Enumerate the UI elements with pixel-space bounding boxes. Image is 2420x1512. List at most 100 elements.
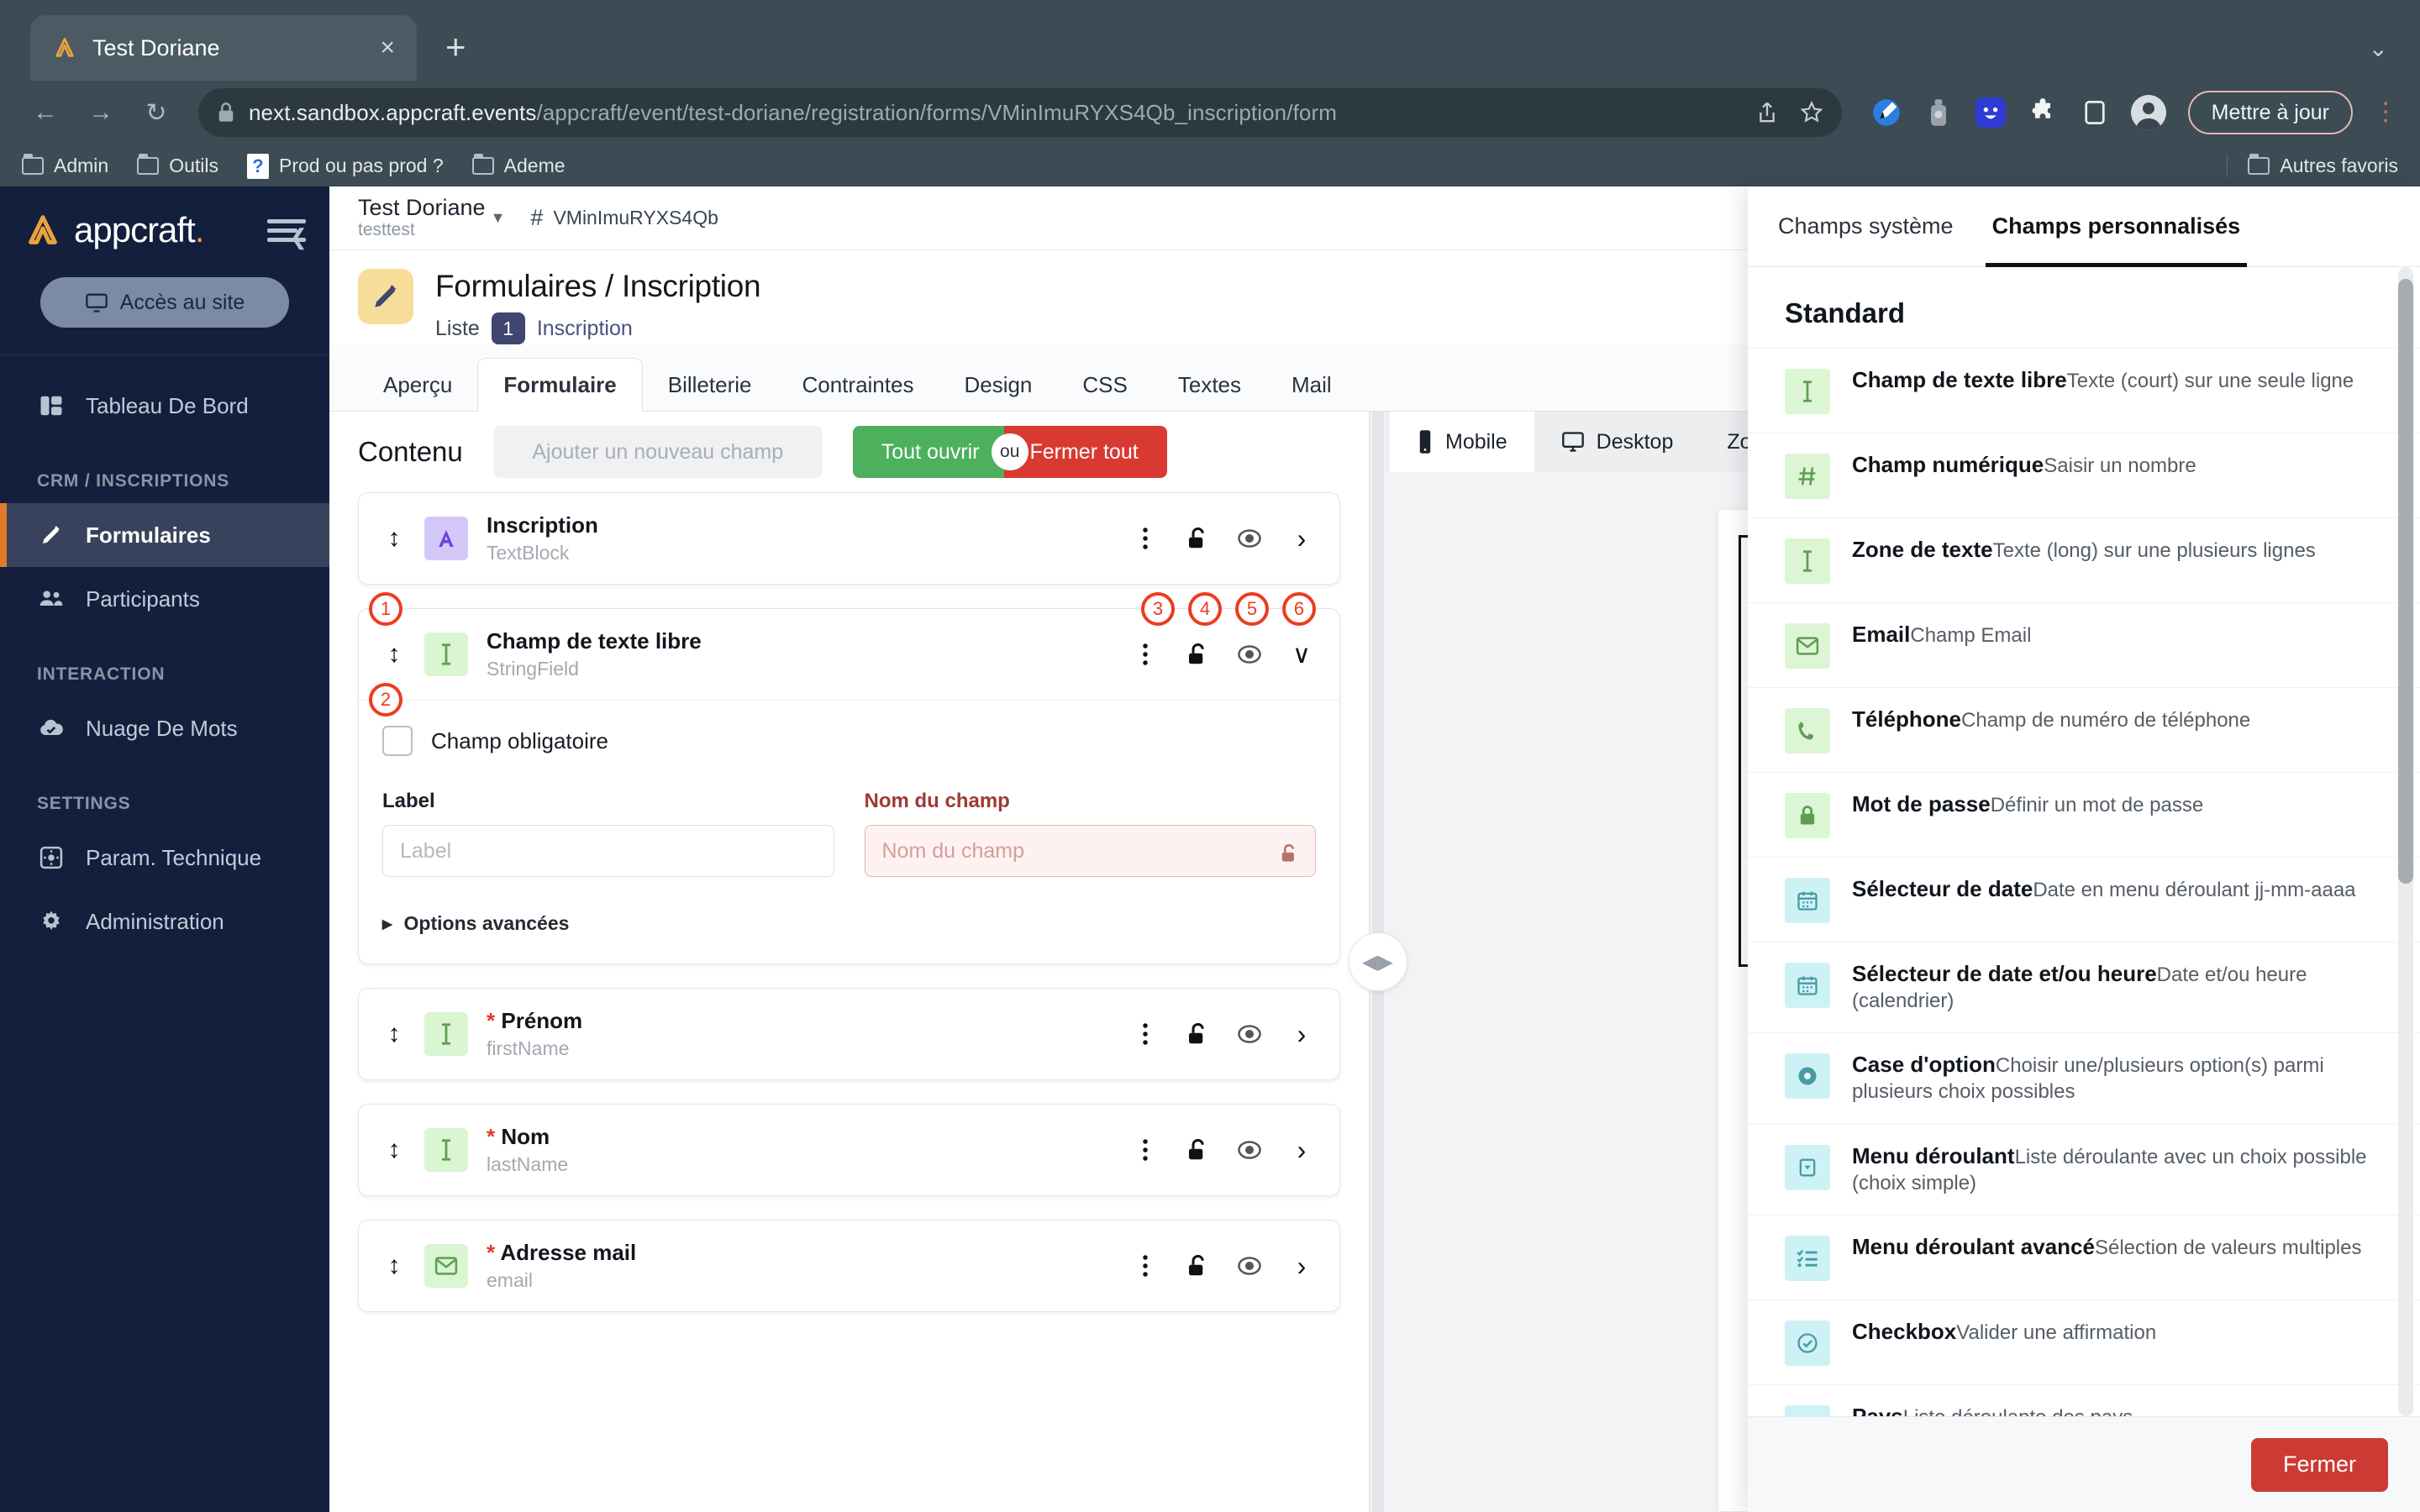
tab-apercu[interactable]: Aperçu bbox=[358, 359, 477, 411]
other-bookmarks[interactable]: Autres favoris bbox=[2227, 154, 2398, 177]
reload-button[interactable]: ↻ bbox=[133, 89, 180, 136]
browser-tab[interactable]: Test Doriane × bbox=[30, 15, 417, 81]
tab-formulaire[interactable]: Formulaire bbox=[477, 358, 643, 412]
panel-splitter[interactable]: ◀▶ bbox=[1348, 412, 1407, 1512]
unlock-icon[interactable] bbox=[1183, 1136, 1212, 1164]
unlock-icon[interactable] bbox=[1183, 1252, 1212, 1280]
tab-textes[interactable]: Textes bbox=[1153, 359, 1266, 411]
more-vertical-icon[interactable] bbox=[1131, 1020, 1160, 1048]
open-all-button[interactable]: Tout ouvrir bbox=[852, 426, 1005, 478]
drawer-item-case-d-option[interactable]: Case d'optionChoisir une/plusieurs optio… bbox=[1748, 1032, 2420, 1123]
update-button[interactable]: Mettre à jour bbox=[2187, 91, 2353, 134]
device-tab-mobile[interactable]: Mobile bbox=[1390, 412, 1534, 472]
eye-icon[interactable] bbox=[1235, 524, 1264, 553]
more-vertical-icon[interactable] bbox=[1131, 1136, 1160, 1164]
eye-icon[interactable] bbox=[1235, 640, 1264, 669]
label-input[interactable] bbox=[382, 825, 834, 877]
sidebar-item-param-technique[interactable]: Param. Technique bbox=[0, 826, 329, 890]
breadcrumb-current[interactable]: Inscription bbox=[537, 317, 633, 341]
address-bar[interactable]: next.sandbox.appcraft.events/appcraft/ev… bbox=[198, 88, 1842, 137]
pen-extension-icon[interactable] bbox=[1870, 97, 1902, 129]
drawer-scrollbar-thumb[interactable] bbox=[2398, 279, 2413, 884]
field-card[interactable]: ↕ * Prénom firstName › bbox=[358, 988, 1340, 1080]
drawer-item-selecteur-de-date-heure[interactable]: Sélecteur de date et/ou heureDate et/ou … bbox=[1748, 942, 2420, 1032]
field-card[interactable]: ↕ Inscription TextBlock › bbox=[358, 492, 1340, 585]
field-card[interactable]: ↕ * Adresse mail email › bbox=[358, 1220, 1340, 1312]
drawer-item-champ-de-texte-libre[interactable]: Champ de texte libreTexte (court) sur un… bbox=[1748, 348, 2420, 433]
drag-handle-icon[interactable]: ↕ bbox=[382, 640, 406, 669]
more-vertical-icon[interactable] bbox=[1131, 524, 1160, 553]
puzzle-extension-icon[interactable] bbox=[2027, 97, 2059, 129]
bookmark-ademe[interactable]: Ademe bbox=[471, 154, 566, 177]
breadcrumb-liste[interactable]: Liste bbox=[435, 317, 480, 341]
device-tab-desktop[interactable]: Desktop bbox=[1534, 412, 1701, 472]
browser-menu-icon[interactable]: ⋮ bbox=[2373, 100, 2398, 125]
drawer-list[interactable]: Standard Champ de texte libreTexte (cour… bbox=[1748, 267, 2420, 1416]
expand-chevron-icon[interactable]: › bbox=[1287, 1135, 1316, 1165]
name-input[interactable] bbox=[864, 825, 1316, 877]
unlock-icon[interactable] bbox=[1183, 640, 1212, 669]
more-vertical-icon[interactable] bbox=[1131, 640, 1160, 669]
tab-champs-personnalises[interactable]: Champs personnalisés bbox=[1985, 186, 2247, 267]
drawer-item-menu-deroulant-avance[interactable]: Menu déroulant avancéSélection de valeur… bbox=[1748, 1215, 2420, 1299]
required-checkbox-row[interactable]: Champ obligatoire bbox=[382, 726, 1316, 756]
unlock-icon[interactable] bbox=[1279, 843, 1299, 864]
resize-handle-icon[interactable]: ◀▶ bbox=[1348, 932, 1407, 991]
advanced-options-toggle[interactable]: ▸ Options avancées bbox=[382, 912, 1316, 935]
collapse-chevron-icon[interactable]: ∨ bbox=[1287, 640, 1316, 669]
close-all-button[interactable]: Fermer tout bbox=[1004, 426, 1167, 478]
eye-icon[interactable] bbox=[1235, 1252, 1264, 1280]
smiley-extension-icon[interactable] bbox=[1975, 97, 2007, 129]
add-field-button[interactable]: Ajouter un nouveau champ bbox=[492, 426, 823, 478]
drawer-item-email[interactable]: EmailChamp Email bbox=[1748, 602, 2420, 687]
drag-handle-icon[interactable]: ↕ bbox=[382, 1020, 406, 1048]
bookmark-admin[interactable]: Admin bbox=[22, 154, 108, 177]
chevron-down-icon[interactable]: ⌄ bbox=[2369, 34, 2388, 62]
close-icon[interactable]: × bbox=[380, 35, 395, 60]
drawer-item-telephone[interactable]: TéléphoneChamp de numéro de téléphone bbox=[1748, 687, 2420, 772]
required-checkbox[interactable] bbox=[382, 726, 413, 756]
tab-css[interactable]: CSS bbox=[1057, 359, 1152, 411]
expand-chevron-icon[interactable]: › bbox=[1287, 1019, 1316, 1049]
field-card[interactable]: ↕ * Nom lastName › bbox=[358, 1104, 1340, 1196]
sidebar-item-participants[interactable]: Participants bbox=[0, 567, 329, 631]
drag-handle-icon[interactable]: ↕ bbox=[382, 1136, 406, 1164]
drawer-item-pays[interactable]: PaysListe déroulante des pays bbox=[1748, 1384, 2420, 1416]
expand-chevron-icon[interactable]: › bbox=[1287, 523, 1316, 554]
tab-mail[interactable]: Mail bbox=[1266, 359, 1357, 411]
sidebar-item-administration[interactable]: Administration bbox=[0, 890, 329, 953]
drawer-item-mot-de-passe[interactable]: Mot de passeDéfinir un mot de passe bbox=[1748, 772, 2420, 857]
event-selector[interactable]: Test Doriane testtest ▼ bbox=[358, 196, 505, 239]
drawer-item-selecteur-de-date[interactable]: Sélecteur de dateDate en menu déroulant … bbox=[1748, 857, 2420, 942]
bookmark-outils[interactable]: Outils bbox=[137, 154, 218, 177]
eye-icon[interactable] bbox=[1235, 1136, 1264, 1164]
star-icon[interactable] bbox=[1800, 101, 1823, 124]
drag-handle-icon[interactable]: ↕ bbox=[382, 524, 406, 553]
sidepanel-icon[interactable] bbox=[2079, 97, 2111, 129]
sidebar-item-formulaires[interactable]: Formulaires bbox=[0, 503, 329, 567]
bookmark-prod-ou-pas-prod[interactable]: ? Prod ou pas prod ? bbox=[247, 153, 444, 179]
camera-extension-icon[interactable] bbox=[1923, 97, 1954, 129]
site-access-button[interactable]: Accès au site bbox=[40, 277, 289, 328]
drawer-item-champ-numerique[interactable]: Champ numériqueSaisir un nombre bbox=[1748, 433, 2420, 517]
close-drawer-button[interactable]: Fermer bbox=[2251, 1437, 2388, 1492]
sidebar-item-nuage-de-mots[interactable]: Nuage De Mots bbox=[0, 696, 329, 760]
eye-icon[interactable] bbox=[1235, 1020, 1264, 1048]
forward-button[interactable]: → bbox=[77, 89, 124, 136]
profile-avatar[interactable] bbox=[2130, 95, 2166, 130]
collapse-menu-icon[interactable]: ❮ bbox=[267, 218, 308, 249]
expand-chevron-icon[interactable]: › bbox=[1287, 1251, 1316, 1281]
chevron-down-icon[interactable]: ▼ bbox=[491, 209, 506, 227]
drawer-item-menu-deroulant[interactable]: Menu déroulantListe déroulante avec un c… bbox=[1748, 1123, 2420, 1215]
field-card-expanded[interactable]: 1 3 4 5 6 2 ↕ Champ de texte libre Strin… bbox=[358, 592, 1340, 964]
tab-design[interactable]: Design bbox=[939, 359, 1057, 411]
drawer-item-zone-de-texte[interactable]: Zone de texteTexte (long) sur une plusie… bbox=[1748, 517, 2420, 602]
sidebar-item-tableau-de-bord[interactable]: Tableau De Bord bbox=[0, 374, 329, 438]
tab-contraintes[interactable]: Contraintes bbox=[776, 359, 939, 411]
drawer-item-checkbox[interactable]: CheckboxValider une affirmation bbox=[1748, 1299, 2420, 1384]
share-icon[interactable] bbox=[1756, 101, 1778, 124]
field-card-list[interactable]: ↕ Inscription TextBlock › 1 3 4 5 6 2 ↕ … bbox=[329, 492, 1369, 1512]
unlock-icon[interactable] bbox=[1183, 524, 1212, 553]
drag-handle-icon[interactable]: ↕ bbox=[382, 1252, 406, 1280]
tab-billeterie[interactable]: Billeterie bbox=[643, 359, 777, 411]
